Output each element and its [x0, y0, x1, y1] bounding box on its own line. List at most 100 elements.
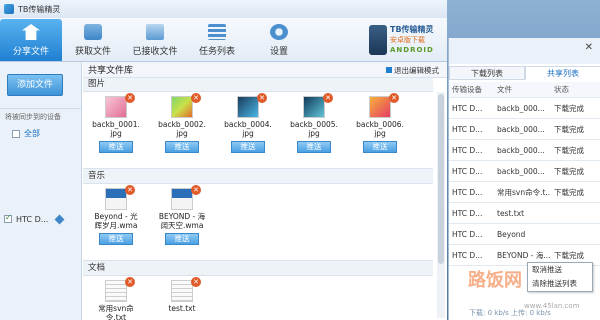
- file-name: Beyond - 光 辉岁月.wma: [94, 212, 138, 230]
- tab-received-files[interactable]: 已接收文件: [124, 19, 186, 61]
- divider: [0, 108, 81, 109]
- music-row: ✕ Beyond - 光 辉岁月.wma 推送 ✕ BEYOND - 海 阔天空…: [83, 185, 433, 245]
- vertical-scrollbar[interactable]: [437, 92, 445, 318]
- table-row[interactable]: HTC D... backb_000... 下载完成: [449, 140, 600, 161]
- file-item[interactable]: ✕ backb_0001. jpg 推送: [83, 93, 149, 153]
- menu-item-cancel-push[interactable]: 取消推送: [528, 263, 592, 277]
- transfer-tabs: 下载列表 共享列表: [449, 66, 600, 80]
- library-scroll-area[interactable]: 图片 ✕ backb_0001. jpg 推送 ✕ backb_0002. jp…: [83, 78, 433, 320]
- table-row[interactable]: HTC D... Beyond: [449, 224, 600, 245]
- android-download-banner[interactable]: TB传输精灵 安卓版下载 ANDROID: [369, 22, 443, 58]
- tab-share-files[interactable]: 分享文件: [0, 19, 62, 61]
- tab-download-list[interactable]: 下载列表: [449, 66, 525, 80]
- brand-title: TB传输精灵: [390, 25, 434, 34]
- cell-status: 下载完成: [554, 124, 584, 134]
- image-thumbnail: [303, 96, 325, 118]
- audio-file-icon: [171, 188, 193, 210]
- remove-icon[interactable]: ✕: [257, 93, 267, 103]
- exit-edit-mode-link[interactable]: 退出编辑模式: [386, 65, 439, 76]
- documents-section-header: 文档: [83, 260, 433, 276]
- share-icon: [22, 24, 40, 40]
- table-row[interactable]: HTC D... test.txt: [449, 203, 600, 224]
- tab-label: 分享文件: [12, 47, 49, 57]
- file-name: backb_0001. jpg: [92, 120, 140, 138]
- close-icon[interactable]: ✕: [585, 42, 593, 53]
- push-button[interactable]: 推送: [99, 141, 133, 153]
- tab-label: 设置: [269, 47, 288, 57]
- file-name: backb_0002. jpg: [158, 120, 206, 138]
- tab-label: 获取文件: [74, 47, 111, 57]
- file-name: BEYOND - 海 阔天空.wma: [158, 212, 206, 230]
- file-item[interactable]: ✕ backb_0005. jpg 推送: [281, 93, 347, 153]
- image-thumbnail: [237, 96, 259, 118]
- plug-icon: [386, 67, 392, 73]
- cell-file: backb_000...: [497, 103, 545, 113]
- file-item[interactable]: ✕ BEYOND - 海 阔天空.wma 推送: [149, 185, 215, 245]
- push-button[interactable]: 推送: [231, 141, 265, 153]
- images-row: ✕ backb_0001. jpg 推送 ✕ backb_0002. jpg 推…: [83, 93, 433, 153]
- table-row[interactable]: HTC D... backb_000... 下载完成: [449, 98, 600, 119]
- remove-icon[interactable]: ✕: [191, 93, 201, 103]
- cell-file: backb_000...: [497, 166, 545, 176]
- cell-device: HTC D...: [452, 250, 483, 260]
- push-button[interactable]: 推送: [165, 233, 199, 245]
- push-button[interactable]: 推送: [363, 141, 397, 153]
- tab-get-files[interactable]: 获取文件: [62, 19, 124, 61]
- column-status: 状态: [554, 85, 569, 94]
- column-file: 文件: [497, 85, 512, 94]
- transfer-table: 传输设备 文件 状态 HTC D... backb_000... 下载完成 HT…: [449, 82, 600, 266]
- cell-status: 下载完成: [554, 145, 584, 155]
- cell-file: 常用svn命令.t...: [497, 187, 551, 197]
- push-button[interactable]: 推送: [297, 141, 331, 153]
- library-title: 共享文件库: [88, 66, 134, 76]
- text-file-icon: [105, 280, 127, 302]
- edit-icon[interactable]: [54, 214, 65, 224]
- select-all-row[interactable]: 全部: [12, 128, 40, 139]
- cell-device: HTC D...: [452, 145, 483, 155]
- tab-shared-list[interactable]: 共享列表: [525, 66, 600, 80]
- cell-device: HTC D...: [452, 166, 483, 176]
- select-all-checkbox[interactable]: [12, 129, 20, 138]
- table-row[interactable]: HTC D... 常用svn命令.t... 下载完成: [449, 182, 600, 203]
- push-button[interactable]: 推送: [99, 233, 133, 245]
- menu-item-clear-push-list[interactable]: 清除推送列表: [528, 277, 592, 291]
- remove-icon[interactable]: ✕: [323, 93, 333, 103]
- tab-task-list[interactable]: 任务列表: [186, 19, 248, 61]
- table-row[interactable]: HTC D... backb_000... 下载完成: [449, 161, 600, 182]
- cell-status: 下载完成: [554, 250, 584, 260]
- file-item[interactable]: ✕ test.txt: [149, 277, 215, 320]
- remove-icon[interactable]: ✕: [191, 277, 201, 287]
- remove-icon[interactable]: ✕: [125, 185, 135, 195]
- scrollbar-thumb[interactable]: [438, 94, 444, 264]
- brand-android: ANDROID: [390, 46, 434, 54]
- cell-file: BEYOND - 海...: [497, 250, 551, 260]
- tab-settings[interactable]: 设置: [248, 19, 310, 61]
- table-row[interactable]: HTC D... backb_000... 下载完成: [449, 119, 600, 140]
- context-menu: 取消推送 清除推送列表: [527, 262, 593, 292]
- file-name: backb_0006. jpg: [356, 120, 404, 138]
- file-item[interactable]: ✕ 常用svn命 令.txt: [83, 277, 149, 320]
- window-title: TB传输精灵: [18, 4, 61, 14]
- phone-icon: [369, 25, 387, 55]
- device-checkbox[interactable]: [4, 213, 12, 223]
- remove-icon[interactable]: ✕: [191, 185, 201, 195]
- remove-icon[interactable]: ✕: [125, 277, 135, 287]
- image-thumbnail: [171, 96, 193, 118]
- image-thumbnail: [369, 96, 391, 118]
- file-item[interactable]: ✕ Beyond - 光 辉岁月.wma 推送: [83, 185, 149, 245]
- remove-icon[interactable]: ✕: [125, 93, 135, 103]
- shared-library-panel: 共享文件库 退出编辑模式 图片 ✕ backb_0001. jpg 推送 ✕ b…: [83, 62, 447, 320]
- file-name: backb_0004. jpg: [224, 120, 272, 138]
- file-item[interactable]: ✕ backb_0006. jpg 推送: [347, 93, 413, 153]
- cell-status: 下载完成: [554, 103, 584, 113]
- file-item[interactable]: ✕ backb_0002. jpg 推送: [149, 93, 215, 153]
- device-row[interactable]: HTC D...: [4, 212, 80, 226]
- library-header: 共享文件库 退出编辑模式: [83, 62, 447, 78]
- cell-file: backb_000...: [497, 145, 545, 155]
- file-item[interactable]: ✕ backb_0004. jpg 推送: [215, 93, 281, 153]
- image-thumbnail: [105, 96, 127, 118]
- remove-icon[interactable]: ✕: [389, 93, 399, 103]
- device-name: HTC D...: [16, 214, 49, 224]
- push-button[interactable]: 推送: [165, 141, 199, 153]
- add-file-button[interactable]: 添加文件: [7, 74, 63, 96]
